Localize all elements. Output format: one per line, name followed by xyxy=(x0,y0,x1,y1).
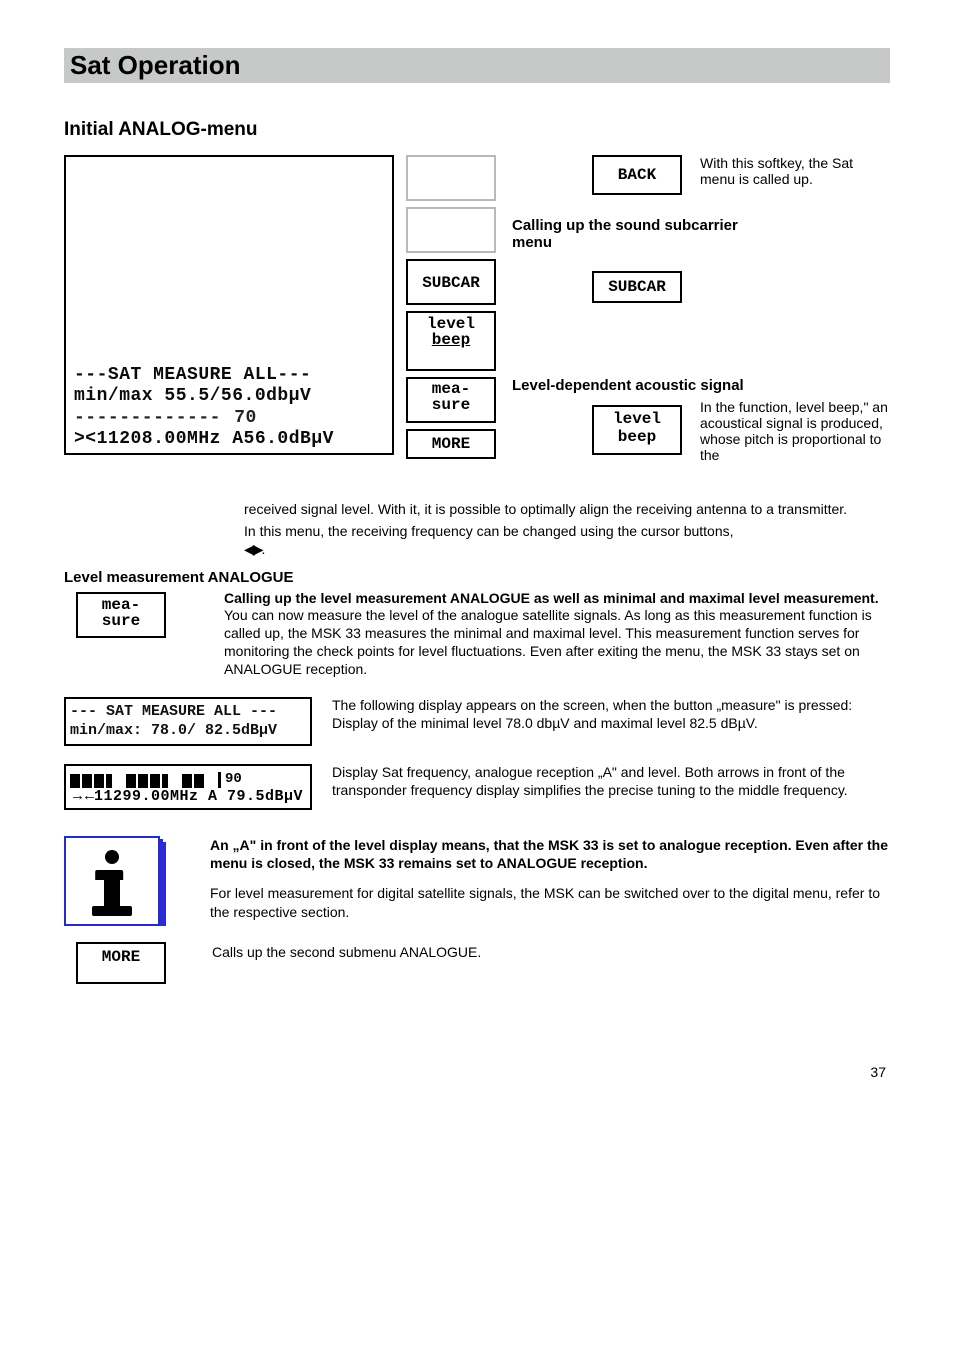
level-body-text: You can now measure the level of the ana… xyxy=(224,607,890,679)
measure-label-2: sure xyxy=(408,397,494,413)
more-desc-text: Calls up the second submenu ANALOGUE. xyxy=(212,942,890,960)
section-heading: Initial ANALOG-menu xyxy=(64,119,890,141)
softkey-measure-float[interactable]: mea- sure xyxy=(76,592,166,638)
para-cursor-text: In this menu, the receiving frequency ca… xyxy=(244,523,734,539)
desc-back-text: With this softkey, the Sat menu is calle… xyxy=(700,155,890,187)
bar-freq-line: →←11299.00MHz A 79.5dBµV xyxy=(70,788,306,806)
level-bold-text: Calling up the level measurement ANALOGU… xyxy=(224,590,890,608)
lcd-minmax-line2: min/max: 78.0/ 82.5dBµV xyxy=(70,722,308,741)
softkey-subcar[interactable]: SUBCAR xyxy=(406,259,496,305)
lcd-line-1: ---SAT MEASURE ALL--- xyxy=(70,365,388,387)
lcd-minmax-desc: The following display appears on the scr… xyxy=(332,697,890,733)
desc-subcar-line2: menu xyxy=(512,234,890,251)
bar-scale-number: 90 xyxy=(225,772,242,787)
softkey-beep-label: beep xyxy=(408,331,494,349)
lcd-line-3: ------------- 70 xyxy=(70,408,388,430)
lcd-main-display: ---SAT MEASURE ALL--- min/max 55.5/56.0d… xyxy=(64,155,394,455)
level-measurement-heading: Level measurement ANALOGUE xyxy=(64,569,890,586)
softkey-measure[interactable]: mea- sure xyxy=(406,377,496,423)
bar-display-desc: Display Sat frequency, analogue receptio… xyxy=(332,764,890,800)
measure-float-l1: mea- xyxy=(78,597,164,613)
page-title: Sat Operation xyxy=(70,50,884,81)
cursor-arrows-icon: ◀▶. xyxy=(244,541,263,559)
info-para-text: For level measurement for digital satell… xyxy=(210,884,890,920)
para-received-signal: received signal level. With it, it is po… xyxy=(244,501,890,519)
softkey-level-beep[interactable]: level beep xyxy=(406,311,496,371)
softkey-more[interactable]: MORE xyxy=(406,429,496,459)
tune-arrows-icon: →← xyxy=(70,788,94,805)
info-icon xyxy=(64,836,160,926)
desc-subcar-line1: Calling up the sound subcarrier xyxy=(512,217,738,234)
desc-subcar-heading: Calling up the sound subcarrier menu xyxy=(512,217,890,251)
level-label: level xyxy=(594,411,680,429)
softkey-more-2[interactable]: MORE xyxy=(76,942,166,984)
bar-freq-text: 11299.00MHz A 79.5dBµV xyxy=(94,788,303,805)
page-title-bar: Sat Operation xyxy=(64,48,890,83)
signal-bar-graph: 90 xyxy=(70,770,306,788)
measure-float-l2: sure xyxy=(78,613,164,629)
para-cursor-buttons: In this menu, the receiving frequency ca… xyxy=(244,523,890,559)
page-number: 37 xyxy=(64,1064,890,1080)
lcd-minmax-display: --- SAT MEASURE ALL --- min/max: 78.0/ 8… xyxy=(64,697,312,747)
desc-level-heading: Level-dependent acoustic signal xyxy=(512,377,890,394)
lcd-line-4: ><11208.00MHz A56.0dBµV xyxy=(70,429,388,451)
lcd-bar-display: 90 →←11299.00MHz A 79.5dBµV xyxy=(64,764,312,810)
softkey-subcar-detail[interactable]: SUBCAR xyxy=(592,271,682,303)
info-bold-text: An „A" in front of the level display mea… xyxy=(210,836,890,872)
lcd-minmax-line1: --- SAT MEASURE ALL --- xyxy=(70,703,308,722)
analog-menu-figure: ---SAT MEASURE ALL--- min/max 55.5/56.0d… xyxy=(64,155,890,495)
lcd-line-2: min/max 55.5/56.0dbµV xyxy=(70,386,388,408)
measure-label-1: mea- xyxy=(408,381,494,397)
softkey-level-beep-detail[interactable]: level beep xyxy=(592,405,682,455)
softkey-back[interactable]: BACK xyxy=(592,155,682,195)
beep-label: beep xyxy=(594,429,680,447)
softkey-empty-slot xyxy=(406,155,496,201)
desc-level-body: In the function, level beep," an acousti… xyxy=(700,399,890,463)
softkey-empty-slot xyxy=(406,207,496,253)
